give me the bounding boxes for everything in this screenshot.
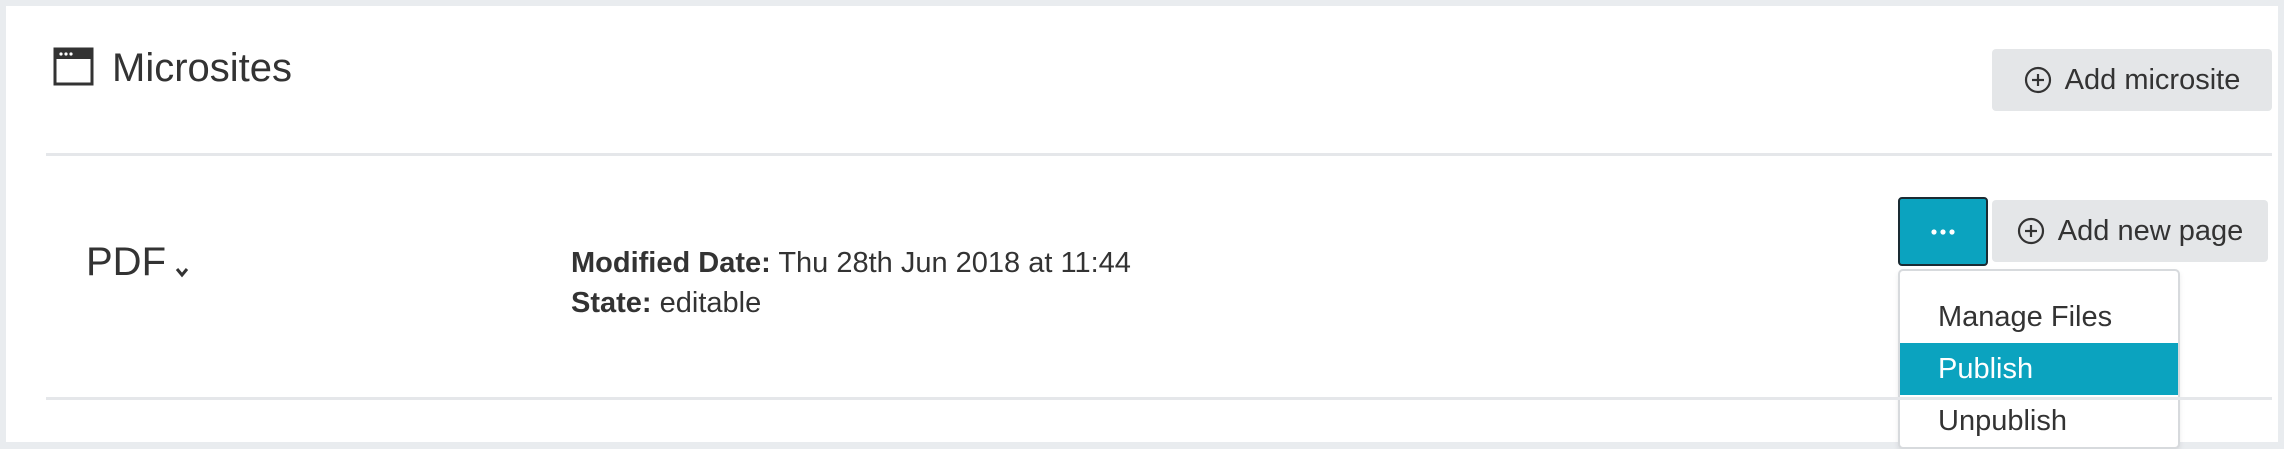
more-actions-button[interactable]: [1898, 197, 1988, 266]
add-new-page-button[interactable]: Add new page: [1992, 200, 2268, 262]
microsites-panel: Microsites Add microsite PDF Modified Da…: [6, 6, 2278, 449]
chevron-down-icon: [175, 268, 189, 278]
modified-date-line: Modified Date: Thu 28th Jun 2018 at 11:4…: [571, 243, 1131, 283]
divider: [46, 153, 2272, 156]
browser-window-icon: [53, 47, 94, 86]
plus-circle-icon: [2024, 66, 2051, 94]
microsite-meta: Modified Date: Thu 28th Jun 2018 at 11:4…: [571, 243, 1131, 323]
microsite-name-toggle[interactable]: PDF: [86, 240, 190, 284]
ellipsis-icon: [1931, 228, 1955, 235]
add-microsite-label: Add microsite: [2064, 63, 2241, 96]
add-microsite-button[interactable]: Add microsite: [1992, 49, 2272, 111]
page-title: Microsites: [112, 46, 293, 90]
menu-item-unpublish[interactable]: Unpublish: [1900, 395, 2178, 447]
microsite-name: PDF: [86, 240, 166, 284]
modified-date-value: Thu 28th Jun 2018 at 11:44: [778, 247, 1131, 279]
state-line: State: editable: [571, 283, 1131, 323]
plus-circle-icon: [2017, 217, 2044, 245]
add-new-page-label: Add new page: [2057, 214, 2244, 247]
state-value: editable: [659, 287, 762, 319]
modified-date-label: Modified Date:: [571, 247, 771, 279]
menu-item-publish[interactable]: Publish: [1900, 343, 2178, 395]
state-label: State:: [571, 287, 652, 319]
divider: [46, 397, 2272, 400]
actions-dropdown-menu: Manage Files Publish Unpublish: [1898, 269, 2180, 449]
menu-item-manage-files[interactable]: Manage Files: [1900, 291, 2178, 343]
